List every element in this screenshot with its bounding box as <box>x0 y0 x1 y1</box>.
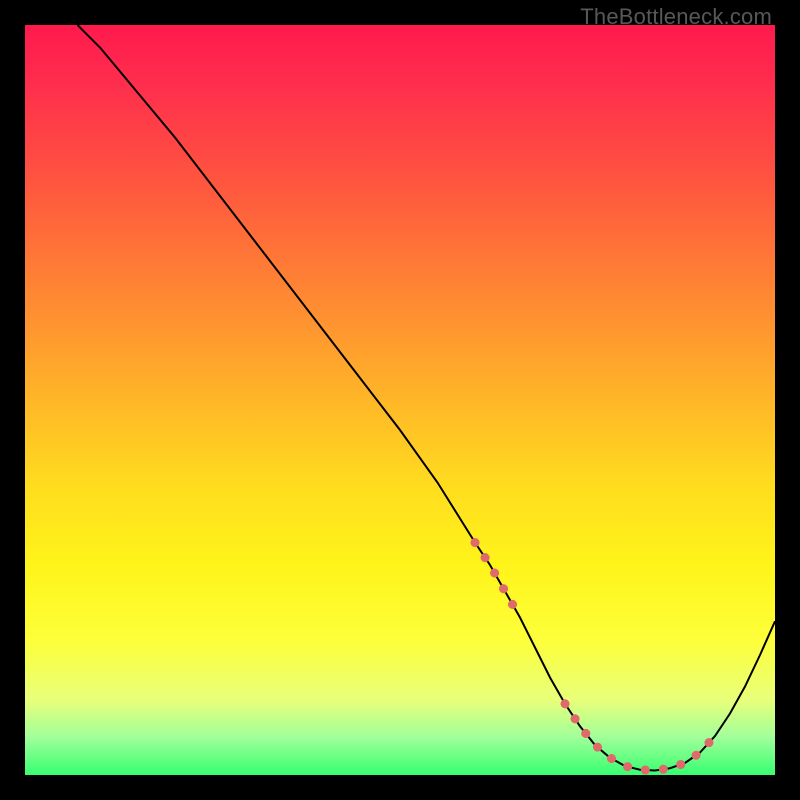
chart-frame: TheBottleneck.com <box>0 0 800 800</box>
chart-plot-area <box>25 25 775 775</box>
watermark-text: TheBottleneck.com <box>580 4 772 30</box>
